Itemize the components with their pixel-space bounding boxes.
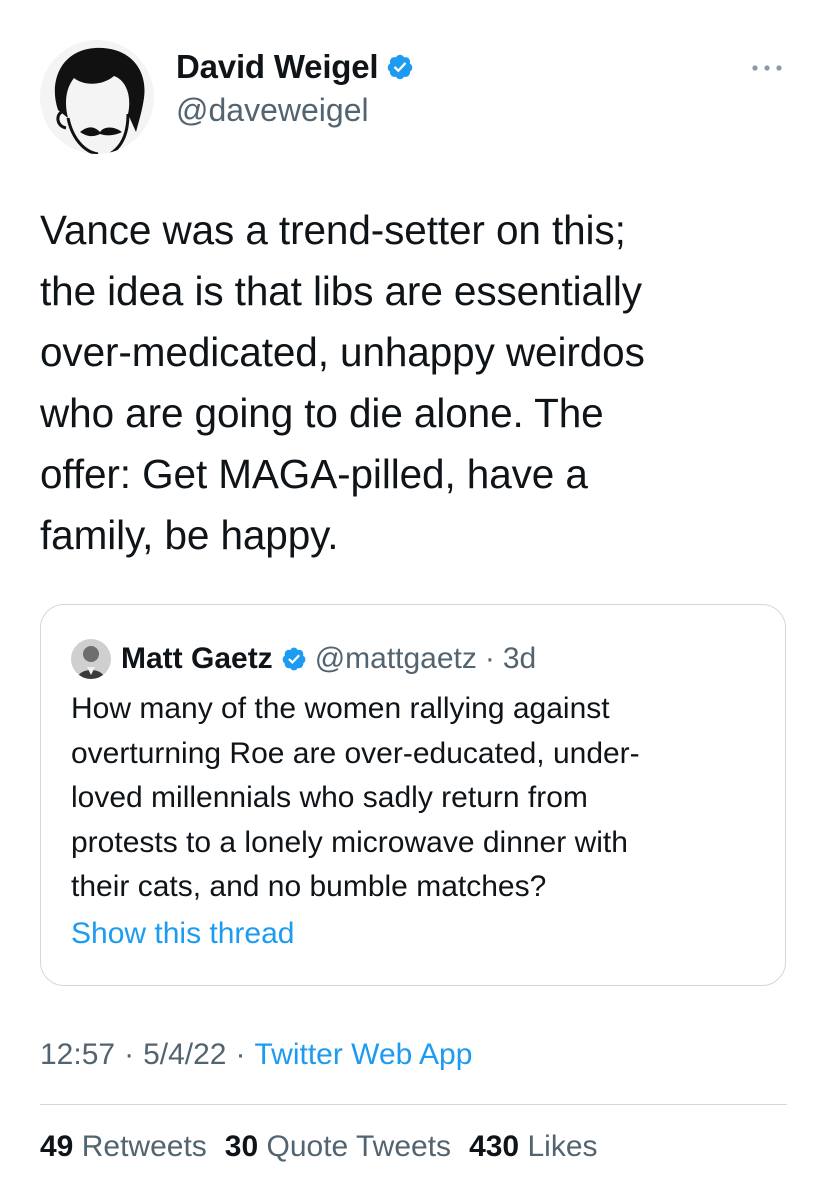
quoted-tweet-card[interactable]: Matt Gaetz @mattgaetz · 3d How many of t…	[40, 604, 786, 986]
quote-tweets-count: 30	[224, 1130, 259, 1163]
show-thread-link[interactable]: Show this thread	[71, 917, 294, 951]
quoted-separator: ·	[484, 642, 495, 675]
likes-stat[interactable]: 430 Likes	[469, 1130, 597, 1164]
meta-separator: ·	[235, 1038, 246, 1071]
quoted-tweet-age[interactable]: 3d	[503, 642, 536, 676]
quoted-author-name[interactable]: Matt Gaetz	[121, 642, 273, 676]
engagement-stats: 49 Retweets 30 Quote Tweets 430 Likes	[40, 1130, 598, 1164]
quote-tweets-label: Quote Tweets	[266, 1130, 452, 1163]
quoted-tweet-text: How many of the women rallying against o…	[71, 692, 640, 903]
tweet-time[interactable]: 12:57	[40, 1038, 115, 1071]
author-handle[interactable]: @daveweigel	[176, 92, 369, 129]
quoted-author-handle[interactable]: @mattgaetz	[315, 642, 477, 676]
meta-separator: ·	[124, 1038, 135, 1071]
quoted-author-avatar[interactable]	[71, 639, 111, 679]
verified-badge-icon	[386, 53, 414, 81]
author-avatar[interactable]	[40, 40, 154, 154]
quote-tweets-stat[interactable]: 30 Quote Tweets	[225, 1130, 451, 1164]
author-name[interactable]: David Weigel	[176, 48, 379, 86]
author-name-row: David Weigel	[176, 48, 414, 86]
tweet-date[interactable]: 5/4/22	[143, 1038, 226, 1071]
likes-count: 430	[469, 1130, 520, 1163]
ellipsis-icon	[752, 65, 782, 71]
more-options-button[interactable]	[747, 58, 787, 78]
tweet-source-link[interactable]: Twitter Web App	[255, 1038, 473, 1071]
retweets-stat[interactable]: 49 Retweets	[40, 1130, 207, 1164]
tweet-meta: 12:57 · 5/4/22 · Twitter Web App	[40, 1038, 472, 1072]
retweets-label: Retweets	[81, 1130, 207, 1163]
quoted-verified-badge-icon	[281, 646, 307, 672]
quoted-tweet-header: Matt Gaetz @mattgaetz · 3d	[71, 639, 536, 679]
tweet-text: Vance was a trend-setter on this; the id…	[40, 207, 645, 558]
retweets-count: 49	[40, 1130, 74, 1163]
divider	[40, 1104, 787, 1105]
likes-label: Likes	[527, 1130, 598, 1163]
